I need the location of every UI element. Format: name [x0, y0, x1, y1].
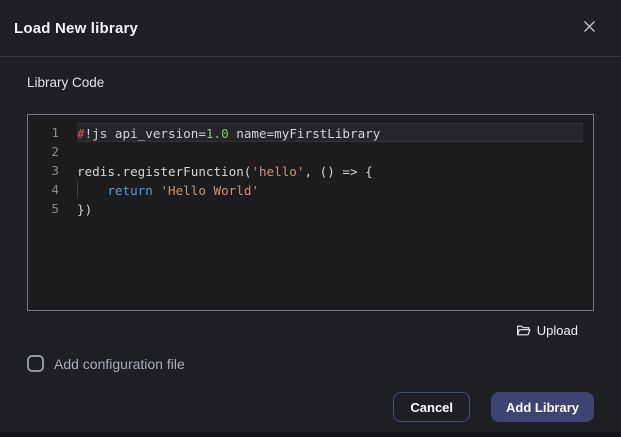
add-configuration-file-checkbox[interactable]: Add configuration file: [27, 355, 594, 372]
cancel-button[interactable]: Cancel: [393, 392, 470, 422]
code-line[interactable]: 2: [28, 142, 583, 161]
code-line-content: redis.registerFunction('hello', () => {: [77, 161, 583, 180]
library-code-editor[interactable]: 1 #!js api_version=1.0 name=myFirstLibrar…: [27, 114, 594, 311]
upload-button[interactable]: Upload: [516, 323, 578, 338]
code-line[interactable]: 5}): [28, 199, 583, 218]
line-number: 2: [28, 142, 59, 161]
dialog-title: Load New library: [14, 20, 138, 37]
code-line-content: [77, 142, 583, 161]
folder-open-icon: [516, 323, 531, 338]
upload-row: Upload: [27, 323, 594, 338]
code-line-content: }): [77, 199, 583, 218]
indent-guide: [77, 181, 78, 198]
library-code-label: Library Code: [27, 75, 594, 90]
code-line-content: return 'Hello World': [77, 180, 583, 199]
code-line-content: #!js api_version=1.0 name=myFirstLibrary: [77, 123, 583, 142]
close-button[interactable]: [577, 16, 601, 40]
line-number: 5: [28, 199, 59, 218]
code-line[interactable]: 4 return 'Hello World': [28, 180, 583, 199]
code-line[interactable]: 1 #!js api_version=1.0 name=myFirstLibrar…: [28, 123, 583, 142]
dialog-header: Load New library: [0, 0, 621, 57]
dialog-footer: Cancel Add Library: [27, 392, 594, 422]
checkbox-icon: [27, 355, 44, 372]
checkbox-label: Add configuration file: [54, 356, 185, 372]
line-number: 1: [28, 123, 59, 142]
code-line[interactable]: 3 redis.registerFunction('hello', () => {: [28, 161, 583, 180]
line-number: 3: [28, 161, 59, 180]
line-number: 4: [28, 180, 59, 199]
close-icon: [583, 20, 596, 36]
code-editor-lines: 1 #!js api_version=1.0 name=myFirstLibrar…: [28, 123, 583, 218]
upload-label: Upload: [537, 323, 578, 338]
add-library-button[interactable]: Add Library: [491, 392, 594, 422]
load-new-library-dialog: Load New library Library Code 1 #!js api_…: [0, 0, 621, 432]
dialog-body: Library Code 1 #!js api_version=1.0 name=…: [0, 75, 621, 422]
